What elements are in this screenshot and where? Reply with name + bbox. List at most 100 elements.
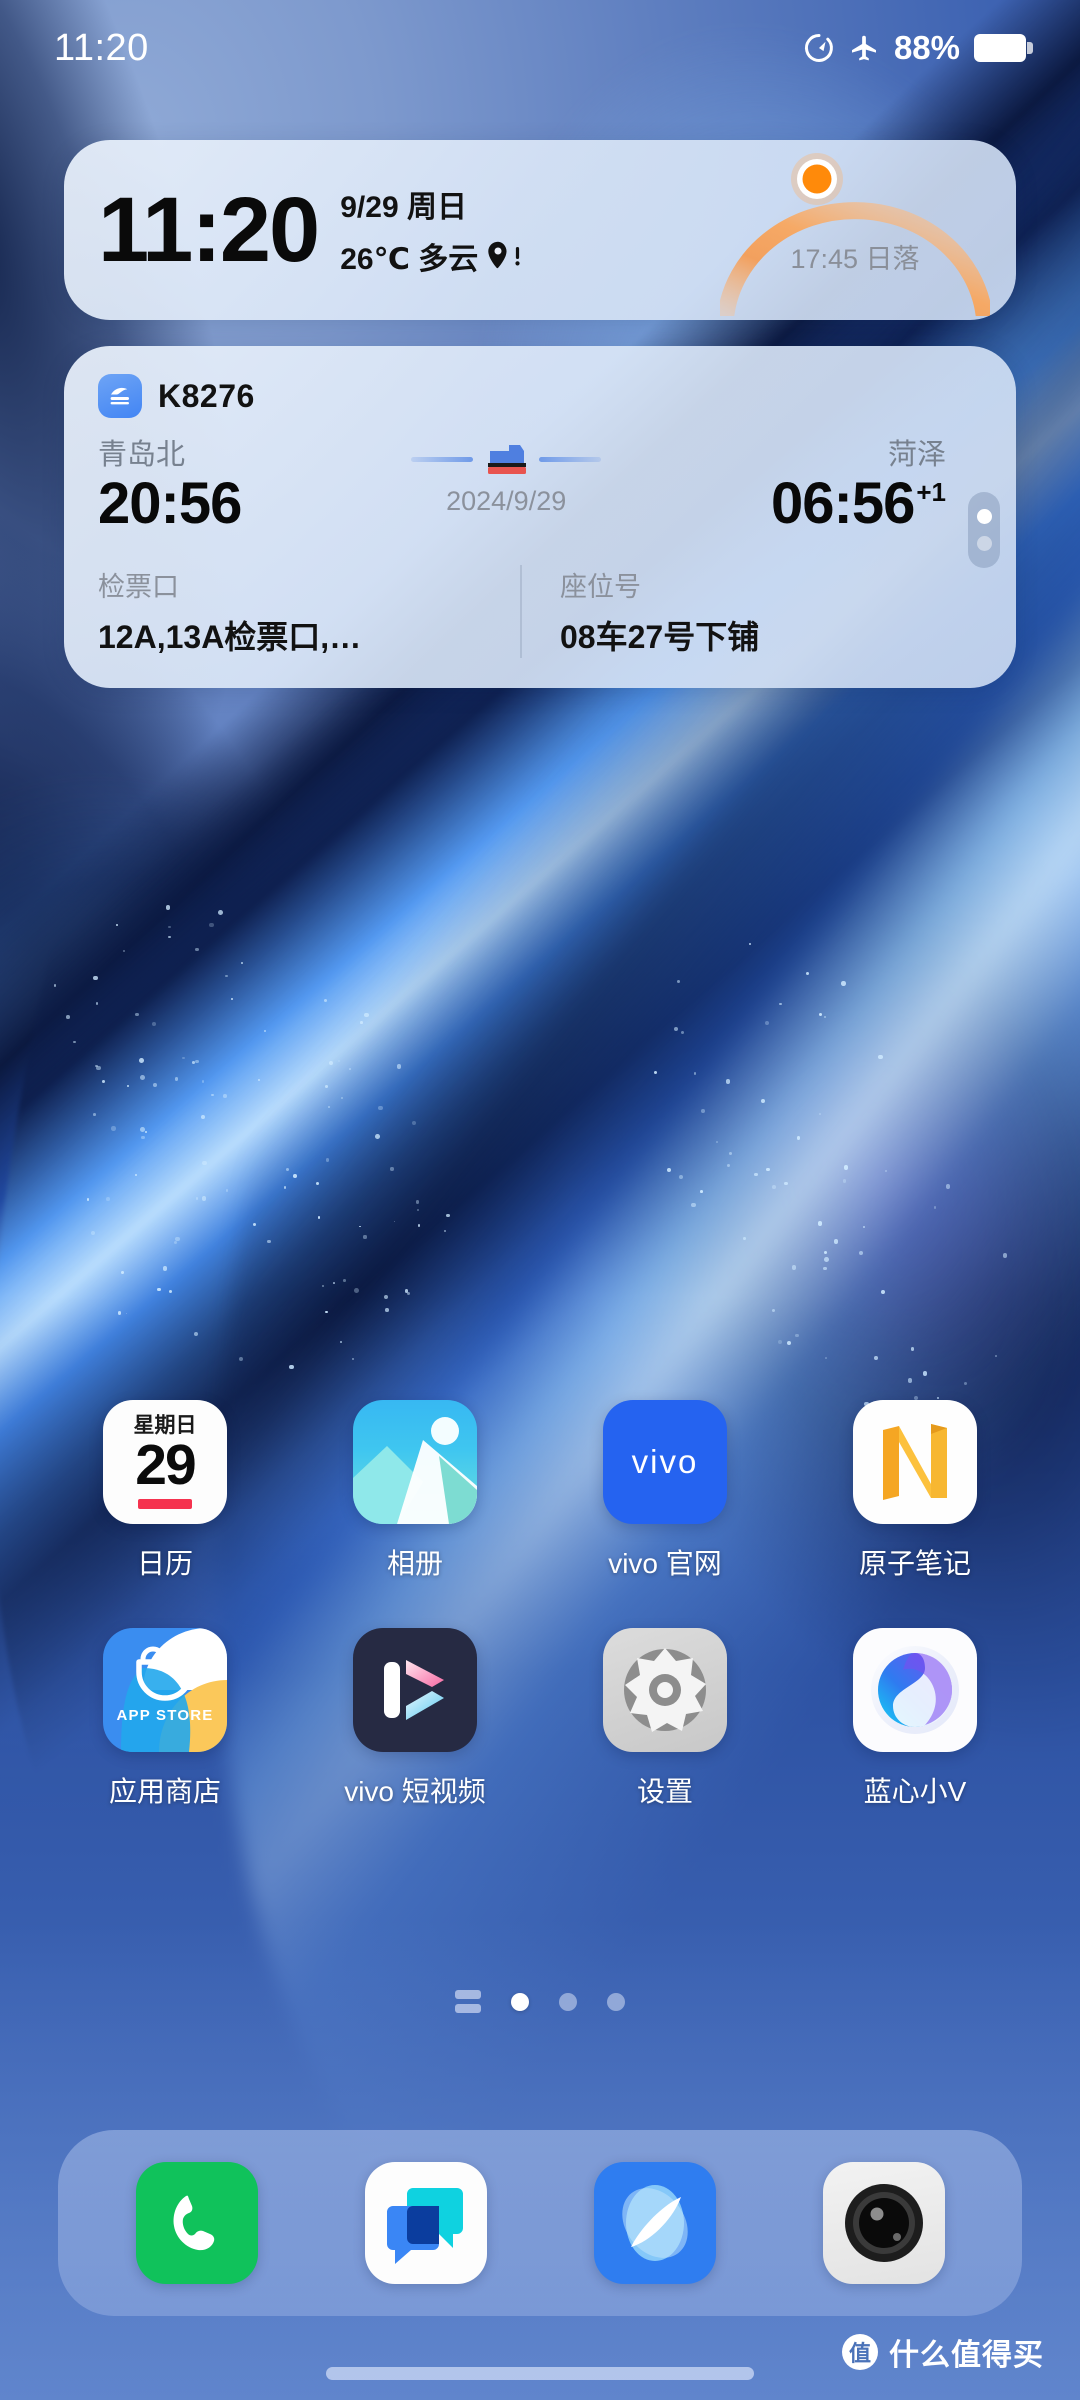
location-pin-glyph xyxy=(488,241,507,269)
page-indicator xyxy=(0,1990,1080,2013)
airplane-mode-icon xyxy=(851,35,876,61)
departure-time-label: 20:56 xyxy=(98,470,242,536)
arrival-time-wrap: 06:56 +1 xyxy=(771,470,946,536)
app-blue-heart-ai[interactable]: 蓝心小V xyxy=(790,1628,1040,1810)
card-pager-dot-active[interactable] xyxy=(976,509,992,524)
app-label-calendar: 日历 xyxy=(136,1548,193,1579)
train-ticket-icon xyxy=(98,374,142,418)
widget-date-label: 9/29 周日 xyxy=(340,191,467,224)
seat-block: 座位号 08车27号下铺 xyxy=(520,565,982,659)
route-graphic-block: 2024/9/29 xyxy=(241,440,771,535)
gallery-glyph xyxy=(353,1417,477,1524)
camera-icon[interactable] xyxy=(822,2162,945,2284)
train-details-row: 检票口 12A,13A检票口,… 座位号 08车27号下铺 xyxy=(98,565,982,659)
calendar-day: 29 xyxy=(135,1433,196,1498)
app-label-atom-notes: 原子笔记 xyxy=(858,1548,971,1579)
train-glyph xyxy=(110,387,129,405)
svg-text:APP STORE: APP STORE xyxy=(117,1707,214,1724)
settings-icon[interactable] xyxy=(603,1628,727,1752)
alert-exclamation-icon xyxy=(515,247,520,266)
app-store-icon[interactable]: APP STORE xyxy=(103,1628,227,1752)
battery-percent-label: 88% xyxy=(893,29,960,66)
blue-heart-ai-icon[interactable] xyxy=(853,1628,977,1752)
sun-marker-icon xyxy=(791,153,843,205)
train-moving-icon xyxy=(488,445,527,475)
route-line xyxy=(411,440,602,478)
page-dot-3[interactable] xyxy=(607,1992,625,2011)
departure-station-label: 青岛北 xyxy=(98,439,186,471)
widget-clock-meta: 9/29 周日 26℃ 多云 xyxy=(340,182,522,278)
status-bar-clock: 11:20 xyxy=(54,26,149,69)
arrival-day-offset-label: +1 xyxy=(916,476,946,507)
app-label-gallery: 相册 xyxy=(386,1548,443,1579)
app-app-store[interactable]: APP STORE 应用商店 xyxy=(40,1628,290,1810)
gate-value: 12A,13A检票口,… xyxy=(98,619,362,656)
app-label-app-store: 应用商店 xyxy=(108,1776,221,1807)
notes-icon[interactable] xyxy=(853,1400,977,1524)
notes-n-glyph xyxy=(883,1424,947,1500)
route-dash-left xyxy=(411,456,474,462)
watermark: 值 什么值得买 xyxy=(842,2330,1044,2374)
calendar-accent-bar xyxy=(138,1498,192,1509)
train-number-label: K8276 xyxy=(158,377,255,414)
widget-area: 11:20 9/29 周日 26℃ 多云 17:45 日落 K8276 青岛北 … xyxy=(0,140,1080,689)
widget-date-row: 9/29 周日 xyxy=(340,182,522,226)
arrival-time-label: 06:56 xyxy=(771,470,915,536)
seat-value: 08车27号下铺 xyxy=(560,619,760,656)
app-label-vivo-site: vivo 官网 xyxy=(608,1548,722,1579)
arrival-station-label: 菏泽 xyxy=(887,439,946,471)
widget-page-glyph-icon[interactable] xyxy=(455,1990,481,2013)
page-dot-2[interactable] xyxy=(559,1992,577,2011)
app-settings[interactable]: 设置 xyxy=(540,1628,790,1810)
gate-block: 检票口 12A,13A检票口,… xyxy=(98,565,520,658)
app-label-short-video: vivo 短视频 xyxy=(344,1776,486,1807)
watermark-text: 什么值得买 xyxy=(889,2339,1044,2372)
travel-date-label: 2024/9/29 xyxy=(446,486,567,517)
browser-planet-glyph xyxy=(621,2185,688,2261)
browser-icon[interactable] xyxy=(593,2162,716,2284)
page-dot-1[interactable] xyxy=(511,1992,529,2011)
widget-weather-row: 26℃ 多云 xyxy=(340,234,522,278)
short-video-icon[interactable] xyxy=(353,1628,477,1752)
watermark-badge: 值 xyxy=(842,2334,878,2370)
app-label-blue-heart-ai: 蓝心小V xyxy=(863,1776,967,1807)
gallery-icon[interactable] xyxy=(353,1400,477,1524)
train-route-row: 青岛北 20:56 2024/9/29 菏泽 06:56 +1 xyxy=(98,438,982,535)
battery-icon xyxy=(974,34,1033,62)
messages-icon[interactable] xyxy=(364,2162,487,2284)
app-label-settings: 设置 xyxy=(636,1776,693,1807)
blue-heart-glyph xyxy=(871,1646,959,1734)
messages-bubbles-glyph xyxy=(386,2188,463,2264)
departure-block: 青岛北 20:56 xyxy=(98,438,242,536)
seat-label: 座位号 xyxy=(560,572,641,603)
arrival-block: 菏泽 06:56 +1 xyxy=(771,438,946,535)
gate-label: 检票口 xyxy=(98,572,179,603)
widget-card-pager[interactable] xyxy=(968,492,1000,568)
location-pin-icon xyxy=(485,240,522,272)
widget-page-glyph-bar-1 xyxy=(455,1990,481,1999)
vivo-icon[interactable]: vivo xyxy=(603,1400,727,1524)
app-vivo-site[interactable]: vivo vivo 官网 xyxy=(540,1400,790,1582)
vivo-wordmark: vivo xyxy=(631,1443,699,1480)
app-short-video[interactable]: vivo 短视频 xyxy=(290,1628,540,1810)
home-indicator[interactable] xyxy=(326,2367,754,2380)
app-gallery[interactable]: 相册 xyxy=(290,1400,540,1582)
phone-icon[interactable] xyxy=(135,2162,258,2284)
status-bar-icons: 88% xyxy=(802,29,1033,67)
sunset-time-label: 17:45 日落 xyxy=(790,244,920,274)
widget-weather-label: 26℃ 多云 xyxy=(340,243,479,276)
app-grid: 星期日 29 日历 相册 vivo vivo 官网 原子笔记 APP STORE… xyxy=(0,1400,1080,1810)
camera-lens-glyph xyxy=(844,2184,923,2262)
data-saver-icon xyxy=(804,34,833,62)
app-calendar[interactable]: 星期日 29 日历 xyxy=(40,1400,290,1582)
clock-weather-widget[interactable]: 11:20 9/29 周日 26℃ 多云 17:45 日落 xyxy=(64,140,1016,320)
widget-page-glyph-bar-2 xyxy=(455,2004,481,2013)
card-pager-dot[interactable] xyxy=(976,536,992,551)
app-atom-notes[interactable]: 原子笔记 xyxy=(790,1400,1040,1582)
train-widget-header: K8276 xyxy=(98,374,982,418)
train-ticket-widget[interactable]: K8276 青岛北 20:56 2024/9/29 菏泽 06:56 +1 检票… xyxy=(64,346,1016,689)
dock xyxy=(58,2130,1022,2316)
calendar-icon[interactable]: 星期日 29 xyxy=(103,1400,227,1524)
route-dash-right xyxy=(539,456,602,462)
status-bar: 11:20 88% xyxy=(0,0,1080,96)
